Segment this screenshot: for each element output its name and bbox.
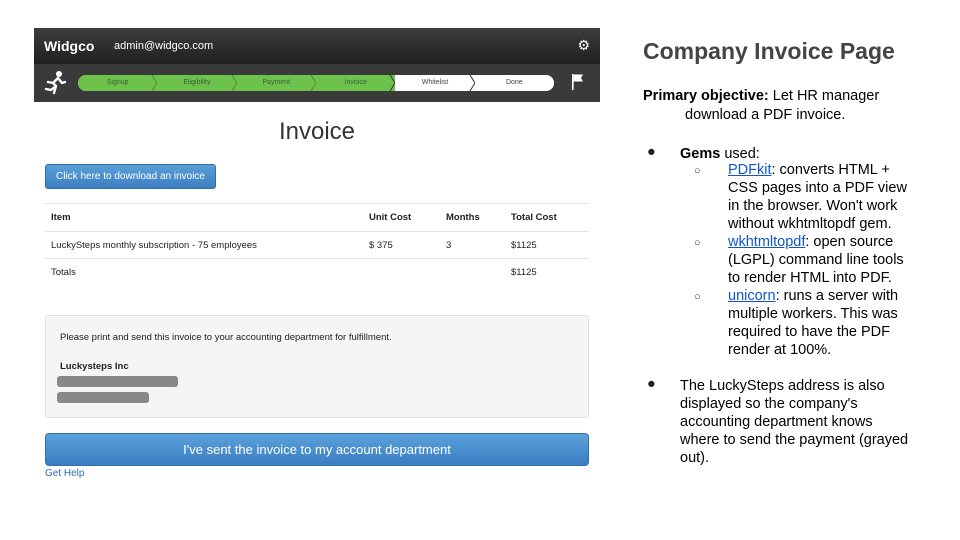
table-cell: 3 — [440, 231, 505, 259]
step-signup[interactable]: Signup — [78, 75, 158, 91]
slide-title: Company Invoice Page — [643, 38, 895, 64]
table-cell: $1125 — [505, 231, 589, 259]
objective-text: Let HR manager — [768, 88, 880, 104]
column-header: Total Cost — [505, 203, 589, 232]
sub-bullet-icon: ○ — [694, 291, 701, 303]
page-title: Invoice — [278, 118, 356, 145]
unicorn-link[interactable]: unicorn — [728, 288, 776, 304]
company-name: Luckysteps Inc — [60, 361, 129, 372]
address-note: The LuckySteps address is also displayed… — [680, 378, 909, 466]
objective: Primary objective: Let HR manager downlo… — [643, 87, 943, 125]
step-whitelist[interactable]: Whitelist — [395, 75, 476, 91]
instructions-text: Please print and send this invoice to yo… — [60, 332, 392, 343]
objective-label: Primary objective: — [643, 88, 769, 104]
user-email[interactable]: admin@widgco.com — [114, 40, 213, 52]
gem-pdfkit: PDFkit: converts HTML + CSS pages into a… — [728, 162, 907, 232]
gem-wkhtmltopdf: wkhtmltopdf: open source (LGPL) command … — [728, 234, 904, 286]
gem-unicorn: unicorn: runs a server with multiple wor… — [728, 288, 899, 358]
progress-stepbar: Signup Eligibility Payment Invoice White… — [34, 64, 600, 102]
redacted-address-line — [57, 376, 178, 387]
pdfkit-link[interactable]: PDFkit — [728, 162, 772, 178]
step-payment[interactable]: Payment — [236, 75, 317, 91]
get-help-link[interactable]: Get Help — [45, 468, 84, 479]
objective-text-line2: download a PDF invoice. — [685, 107, 846, 123]
totals-label: Totals — [45, 258, 363, 286]
column-header: Item — [45, 203, 363, 232]
column-header: Months — [440, 203, 505, 232]
flag-icon — [572, 74, 583, 90]
bullet-icon: ● — [647, 376, 656, 392]
runner-icon — [44, 71, 67, 95]
table-cell: $ 375 — [363, 231, 440, 259]
totals-row: Totals $1125 — [45, 258, 589, 286]
instructions-panel: Please print and send this invoice to yo… — [45, 315, 589, 418]
sub-bullet-icon: ○ — [694, 165, 701, 177]
invoice-sent-button[interactable]: I've sent the invoice to my account depa… — [45, 433, 589, 466]
wkhtmltopdf-link[interactable]: wkhtmltopdf — [728, 234, 805, 250]
step-done[interactable]: Done — [474, 75, 554, 91]
sub-bullet-icon: ○ — [694, 237, 701, 249]
steps-track: Signup Eligibility Payment Invoice White… — [78, 75, 554, 91]
column-header: Unit Cost — [363, 203, 440, 232]
table-cell: LuckySteps monthly subscription - 75 emp… — [45, 231, 363, 259]
top-navbar: Widgco admin@widgco.com ⚙ — [34, 28, 600, 64]
bullet-icon: ● — [647, 144, 656, 160]
step-invoice[interactable]: Invoice — [315, 75, 396, 91]
app-screenshot: Widgco admin@widgco.com ⚙ Signup Eligibi… — [34, 28, 600, 480]
download-invoice-button[interactable]: Click here to download an invoice — [45, 164, 216, 189]
redacted-address-line — [57, 392, 149, 403]
gear-icon[interactable]: ⚙ — [577, 37, 590, 54]
table-row: LuckySteps monthly subscription - 75 emp… — [45, 231, 589, 259]
table-header-row: Item Unit Cost Months Total Cost — [45, 203, 589, 232]
invoice-table: Item Unit Cost Months Total Cost LuckySt… — [45, 203, 589, 286]
brand-logo[interactable]: Widgco — [44, 38, 94, 54]
totals-value: $1125 — [505, 258, 589, 286]
step-eligibility[interactable]: Eligibility — [157, 75, 238, 91]
